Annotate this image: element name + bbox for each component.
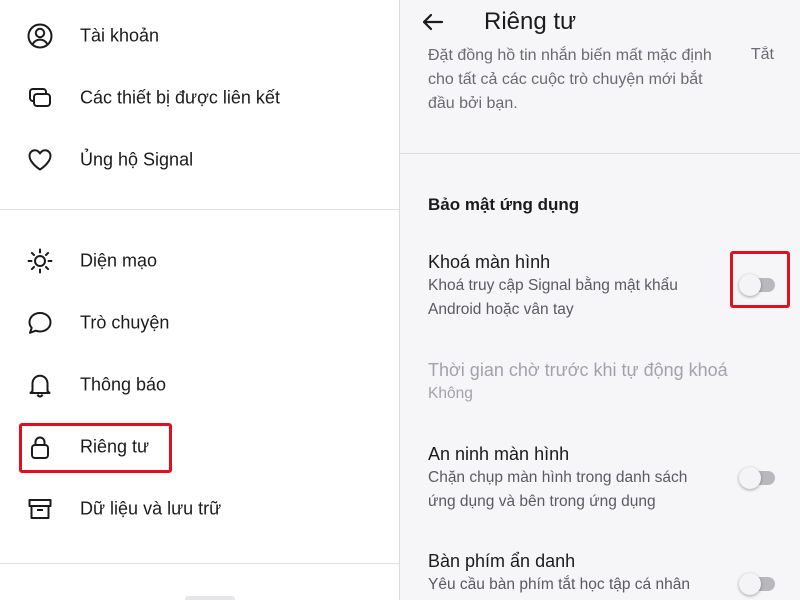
arrow-back-icon xyxy=(422,13,444,31)
toggle-knob xyxy=(739,467,761,489)
setting-incognito-keyboard[interactable]: Bàn phím ẩn danh Yêu cầu bàn phím tắt họ… xyxy=(428,549,728,597)
menu-item-notifications[interactable]: Thông báo xyxy=(0,357,400,413)
setting-title: An ninh màn hình xyxy=(428,444,570,464)
bell-icon xyxy=(26,371,54,399)
menu-item-label: Thông báo xyxy=(80,374,167,395)
menu-item-data-storage[interactable]: Dữ liệu và lưu trữ xyxy=(0,481,400,537)
setting-title: Bàn phím ẩn danh xyxy=(428,551,576,571)
setting-screen-security[interactable]: An ninh màn hình Chặn chụp màn hình tron… xyxy=(428,442,728,514)
menu-divider xyxy=(0,563,400,564)
setting-description: Chặn chụp màn hình trong danh sách xyxy=(428,469,688,486)
setting-description: Android hoặc vân tay xyxy=(428,301,574,318)
privacy-settings-panel: Đặt đồng hồ tin nhắn biến mất mặc định c… xyxy=(400,0,800,600)
setting-title: Thời gian chờ trước khi tự động khoá xyxy=(428,360,728,380)
disappearing-messages-description: Đặt đồng hồ tin nhắn biến mất mặc định c… xyxy=(428,44,728,116)
description-line: cho tất cả các cuộc trò chuyện mới bắt xyxy=(428,71,703,88)
section-divider xyxy=(400,153,800,154)
setting-description: Không xyxy=(428,385,473,402)
menu-item-donate[interactable]: Ủng hộ Signal xyxy=(0,132,400,188)
description-line: đầu bởi bạn. xyxy=(428,95,518,112)
setting-title: Khoá màn hình xyxy=(428,252,551,272)
menu-item-label: Ủng hộ Signal xyxy=(80,149,194,170)
linked-devices-icon xyxy=(26,84,54,112)
chat-bubble-icon xyxy=(26,309,54,337)
settings-menu-panel: Tài khoản Các thiết bị được liên kết Ủng… xyxy=(0,0,400,600)
menu-item-label: Trò chuyện xyxy=(80,312,170,333)
page-title: Riêng tư xyxy=(484,8,577,35)
menu-item-label: Diện mạo xyxy=(80,250,158,271)
description-line: Đặt đồng hồ tin nhắn biến mất mặc định xyxy=(428,47,712,64)
menu-item-account[interactable]: Tài khoản xyxy=(0,8,400,64)
menu-divider xyxy=(0,209,400,210)
menu-item-chats[interactable]: Trò chuyện xyxy=(0,295,400,351)
screen-security-toggle[interactable] xyxy=(739,465,777,489)
menu-item-label: Dữ liệu và lưu trữ xyxy=(80,498,222,519)
section-title-app-security: Bảo mật ứng dụng xyxy=(428,195,580,214)
bottom-handle xyxy=(185,596,235,600)
privacy-highlight-box xyxy=(19,423,172,473)
menu-item-appearance[interactable]: Diện mạo xyxy=(0,233,400,289)
disappearing-messages-value[interactable]: Tắt xyxy=(751,46,774,64)
setting-screen-lock[interactable]: Khoá màn hình Khoá truy cập Signal bằng … xyxy=(428,250,728,322)
archive-box-icon xyxy=(26,495,54,523)
back-button[interactable] xyxy=(418,7,448,37)
menu-item-linked-devices[interactable]: Các thiết bị được liên kết xyxy=(0,70,400,126)
account-circle-icon xyxy=(26,22,54,50)
setting-description: Khoá truy cập Signal bằng mật khẩu xyxy=(428,277,678,294)
toggle-knob xyxy=(739,573,761,595)
menu-item-label: Tài khoản xyxy=(80,25,160,46)
appearance-sun-icon xyxy=(26,247,54,275)
toggle-highlight-box xyxy=(730,251,790,308)
app-bar: Riêng tư xyxy=(400,0,800,46)
heart-icon xyxy=(26,146,54,174)
setting-description: ứng dụng và bên trong ứng dụng xyxy=(428,493,656,510)
setting-lock-timeout: Thời gian chờ trước khi tự động khoá Khô… xyxy=(428,358,728,406)
incognito-keyboard-toggle[interactable] xyxy=(739,571,777,595)
setting-description: Yêu cầu bàn phím tắt học tập cá nhân xyxy=(428,576,690,593)
menu-item-label: Các thiết bị được liên kết xyxy=(80,87,280,108)
